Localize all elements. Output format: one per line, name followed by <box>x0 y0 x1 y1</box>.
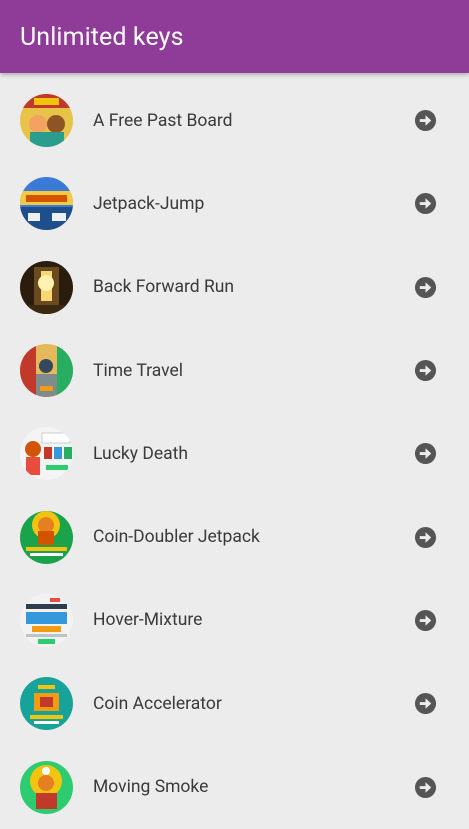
list-item-moving-smoke[interactable]: Moving Smoke <box>0 745 469 828</box>
list-item-label: Coin Accelerator <box>93 693 222 714</box>
game-thumbnail-icon <box>20 177 73 231</box>
arrow-right-circle-icon[interactable] <box>413 192 437 216</box>
list-item-label: Hover-Mixture <box>93 610 203 631</box>
arrow-right-circle-icon[interactable] <box>413 442 437 466</box>
item-list: A Free Past Board Jetpack-Jump Back Forw… <box>0 79 469 829</box>
list-item-hover-mixture[interactable]: Hover-Mixture <box>0 579 469 662</box>
list-item-label: Coin-Doubler Jetpack <box>93 527 260 548</box>
list-item-label: A Free Past Board <box>93 110 233 131</box>
game-thumbnail-icon <box>20 760 73 814</box>
arrow-right-circle-icon[interactable] <box>413 608 437 632</box>
list-item-time-travel[interactable]: Time Travel <box>0 329 469 412</box>
arrow-right-circle-icon[interactable] <box>413 275 437 299</box>
game-thumbnail-icon <box>20 427 73 481</box>
app-bar: Unlimited keys <box>0 0 469 73</box>
game-thumbnail-icon <box>20 260 73 314</box>
list-item-coin-accelerator[interactable]: Coin Accelerator <box>0 662 469 745</box>
list-item-coin-doubler-jetpack[interactable]: Coin-Doubler Jetpack <box>0 495 469 578</box>
arrow-right-circle-icon[interactable] <box>413 525 437 549</box>
list-item-label: Lucky Death <box>93 443 188 464</box>
arrow-right-circle-icon[interactable] <box>413 775 437 799</box>
list-item-jetpack-jump[interactable]: Jetpack-Jump <box>0 162 469 245</box>
game-thumbnail-icon <box>20 94 73 148</box>
game-thumbnail-icon <box>20 344 73 398</box>
arrow-right-circle-icon[interactable] <box>413 359 437 383</box>
list-item-label: Back Forward Run <box>93 277 235 298</box>
list-item-back-forward-run[interactable]: Back Forward Run <box>0 246 469 329</box>
arrow-right-circle-icon[interactable] <box>413 692 437 716</box>
arrow-right-circle-icon[interactable] <box>413 109 437 133</box>
list-item-label: Jetpack-Jump <box>93 193 205 214</box>
list-item-label: Time Travel <box>93 360 184 381</box>
list-item-label: Moving Smoke <box>93 777 209 798</box>
game-thumbnail-icon <box>20 593 73 647</box>
list-item-a-free-past-board[interactable]: A Free Past Board <box>0 79 469 162</box>
game-thumbnail-icon <box>20 510 73 564</box>
game-thumbnail-icon <box>20 677 73 731</box>
list-item-lucky-death[interactable]: Lucky Death <box>0 412 469 495</box>
app-title: Unlimited keys <box>20 23 184 52</box>
